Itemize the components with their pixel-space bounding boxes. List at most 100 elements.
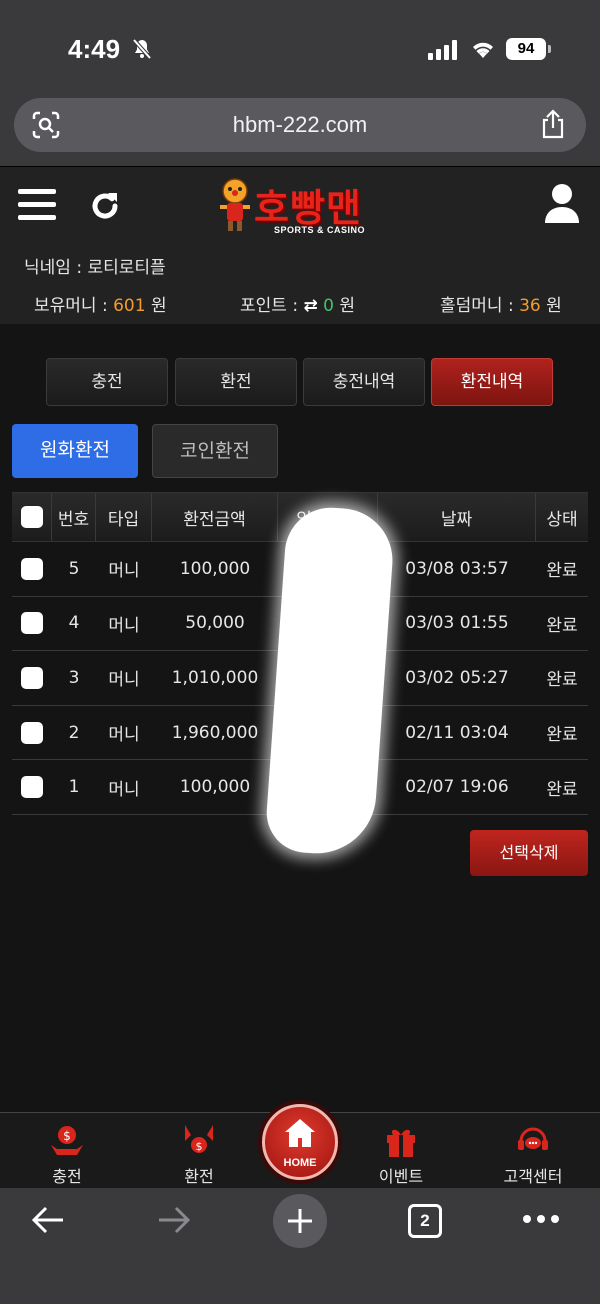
url-text: hbm-222.com (232, 112, 368, 137)
row-checkbox[interactable] (21, 612, 43, 635)
row-status: 완료 (546, 561, 578, 582)
headset-chat-icon (518, 1127, 548, 1150)
exchange-hand-icon: $ (185, 1125, 213, 1153)
row-date: 03/02 05:27 (405, 667, 509, 688)
nav-exchange-label: 환전 (184, 1167, 214, 1186)
row-checkbox-cell (12, 597, 52, 651)
menu-icon[interactable] (18, 189, 56, 221)
row-number: 4 (68, 613, 80, 634)
home-label: HOME (283, 1157, 317, 1169)
plus-icon (288, 1209, 312, 1233)
point-balance: 포인트 : ⇄ 0 원 (240, 291, 355, 316)
row-date: 02/07 19:06 (405, 777, 509, 798)
row-amount: 100,000 (179, 558, 251, 579)
row-status: 완료 (546, 779, 578, 800)
row-date: 03/08 03:57 (405, 558, 509, 579)
holdem-unit: 원 (546, 296, 562, 316)
header-number: 번호 (52, 493, 96, 541)
row-checkbox-cell (12, 542, 52, 596)
row-checkbox-cell (12, 651, 52, 705)
tab-exchange-history[interactable]: 환전내역 (431, 358, 553, 406)
row-amount: 100,000 (179, 777, 251, 798)
row-number: 5 (68, 558, 80, 579)
row-amount: 50,000 (185, 613, 245, 634)
header-amount: 환전금액 (152, 493, 278, 541)
row-number: 1 (68, 777, 80, 798)
logo-title: 호빵맨 (254, 186, 362, 230)
delete-selected-button[interactable]: 선택삭제 (470, 830, 588, 876)
nav-exchange[interactable]: $ 환전 (144, 1113, 254, 1189)
nav-support-label: 고객센터 (503, 1167, 563, 1186)
nav-support[interactable]: 고객센터 (478, 1113, 588, 1189)
holdem-value: 36 (519, 296, 541, 316)
select-all-checkbox[interactable] (20, 506, 43, 528)
money-balance: 보유머니 : 601 원 (34, 291, 167, 316)
row-type: 머니 (108, 779, 140, 800)
home-button[interactable]: HOME (262, 1104, 338, 1180)
row-status: 완료 (546, 670, 578, 691)
browser-address-area: hbm-222.com (0, 92, 600, 166)
site-logo[interactable]: 호빵맨 SPORTS & CASINO (218, 175, 388, 239)
row-number: 3 (68, 667, 80, 688)
money-hand-icon: $ (51, 1126, 83, 1155)
address-bar[interactable]: hbm-222.com (14, 98, 586, 152)
status-bar: 4:49 94 (0, 0, 600, 92)
new-tab-button[interactable] (273, 1194, 327, 1248)
money-value: 601 (113, 296, 146, 316)
row-type: 머니 (108, 670, 140, 691)
nickname: 닉네임 : 로티로티플 (24, 258, 166, 278)
holdem-balance: 홀덤머니 : 36 원 (440, 291, 562, 316)
tabs-count-button[interactable]: 2 (408, 1204, 442, 1238)
subtab-krw-exchange[interactable]: 원화환전 (12, 424, 138, 478)
point-value: 0 (323, 296, 334, 316)
row-number: 2 (68, 722, 80, 743)
refresh-icon[interactable] (88, 189, 122, 223)
header-status: 상태 (546, 509, 578, 530)
row-type: 머니 (108, 615, 140, 636)
mascot-icon (220, 178, 250, 231)
header-date: 날짜 (378, 493, 536, 541)
row-status: 완료 (546, 725, 578, 746)
tab-charge-history[interactable]: 충전내역 (303, 358, 425, 406)
row-checkbox[interactable] (21, 666, 43, 689)
wifi-icon (473, 42, 493, 58)
tab-charge[interactable]: 충전 (46, 358, 168, 406)
svg-text:$: $ (196, 1140, 203, 1153)
header-type: 타입 (96, 493, 152, 541)
main-tabs: 충전 환전 충전내역 환전내역 (46, 358, 554, 406)
share-icon[interactable] (540, 109, 566, 139)
battery-icon: 94 (506, 38, 551, 60)
forward-arrow-icon[interactable] (156, 1202, 192, 1238)
back-arrow-icon[interactable] (30, 1202, 66, 1238)
tab-exchange[interactable]: 환전 (175, 358, 297, 406)
home-icon (285, 1119, 315, 1147)
point-unit: 원 (339, 296, 355, 316)
money-label: 보유머니 : (34, 296, 108, 316)
browser-toolbar: 2 (0, 1188, 600, 1304)
row-type: 머니 (108, 561, 140, 582)
row-checkbox[interactable] (21, 557, 43, 580)
exchange-arrows-icon[interactable]: ⇄ (303, 296, 317, 316)
row-amount: 1,960,000 (171, 722, 259, 743)
nav-charge[interactable]: $ 충전 (12, 1113, 122, 1189)
row-date: 03/03 01:55 (405, 613, 509, 634)
user-icon[interactable] (544, 183, 580, 223)
row-checkbox[interactable] (21, 776, 43, 799)
bell-muted-icon (132, 38, 152, 60)
select-all-cell (12, 493, 52, 541)
row-checkbox-cell (12, 706, 52, 760)
subtab-coin-exchange[interactable]: 코인환전 (152, 424, 278, 478)
nav-charge-label: 충전 (52, 1167, 82, 1186)
row-checkbox[interactable] (21, 721, 43, 744)
site-header: 호빵맨 SPORTS & CASINO 닉네임 : 로티로티플 보유머니 : 6… (0, 166, 600, 324)
holdem-label: 홀덤머니 : (440, 296, 514, 316)
svg-text:$: $ (63, 1129, 71, 1143)
row-checkbox-cell (12, 760, 52, 814)
nav-event-label: 이벤트 (378, 1167, 424, 1186)
row-type: 머니 (108, 725, 140, 746)
status-time: 4:49 (68, 34, 121, 64)
row-amount: 1,010,000 (171, 667, 259, 688)
nav-event[interactable]: 이벤트 (346, 1113, 456, 1189)
more-icon[interactable] (522, 1214, 560, 1224)
point-label: 포인트 : (240, 296, 299, 316)
